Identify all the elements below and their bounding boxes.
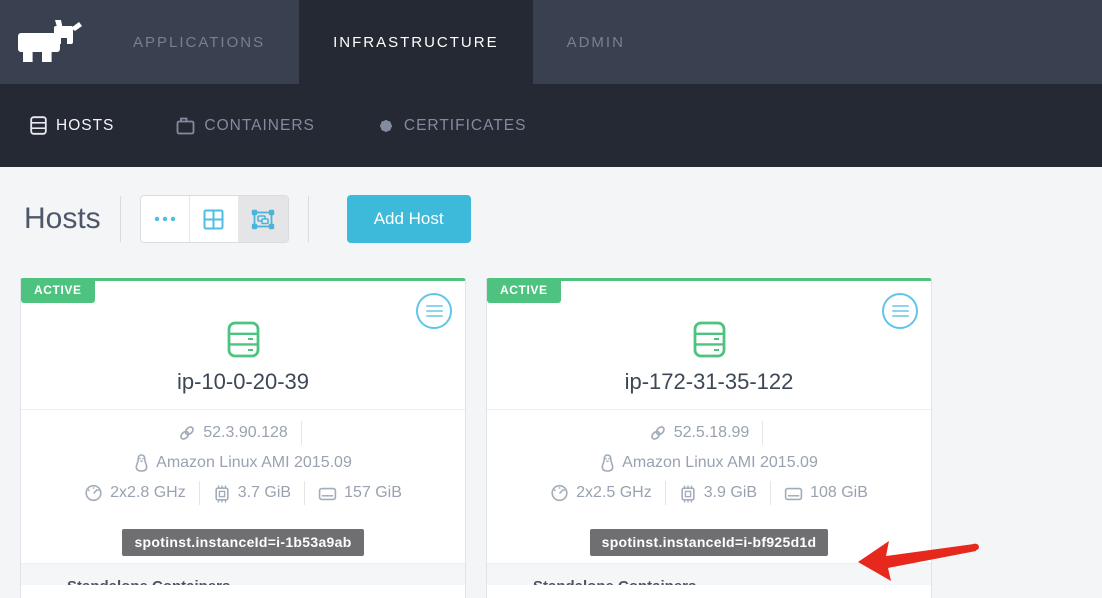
divider	[308, 196, 309, 242]
divider	[120, 196, 121, 242]
add-host-button[interactable]: Add Host	[347, 195, 471, 243]
host-name[interactable]: ip-10-0-20-39	[21, 369, 465, 395]
host-name[interactable]: ip-172-31-35-122	[487, 369, 931, 395]
host-ip: 52.5.18.99	[674, 424, 750, 442]
host-menu-button[interactable]	[416, 293, 452, 329]
subnav-item-certificates[interactable]: CERTIFICATES	[377, 117, 527, 135]
divider	[770, 481, 771, 505]
gauge-icon	[84, 484, 103, 502]
divider	[304, 481, 305, 505]
divider	[199, 481, 200, 505]
box-icon	[176, 117, 195, 135]
linux-penguin-icon	[600, 454, 615, 472]
ip-row: 52.3.90.128	[21, 418, 465, 448]
linux-penguin-icon	[134, 454, 149, 472]
host-ip: 52.3.90.128	[203, 424, 288, 442]
subnav-label: CERTIFICATES	[404, 117, 527, 135]
seal-icon	[377, 117, 395, 135]
os-row: Amazon Linux AMI 2015.09	[21, 448, 465, 478]
grid-icon	[203, 209, 224, 230]
cow-icon	[16, 19, 84, 65]
card-body: 52.5.18.99 Amazon Linux AMI 2015.09	[487, 410, 931, 552]
host-card: ACTIVE ip-10-0-20-39	[20, 278, 466, 598]
page-header: Hosts	[24, 195, 1082, 243]
group-view-button[interactable]	[239, 196, 288, 242]
status-badge: ACTIVE	[21, 278, 95, 303]
page-title: Hosts	[24, 202, 101, 236]
annotation-arrow-icon	[845, 532, 985, 584]
tab-label: INFRASTRUCTURE	[333, 34, 499, 51]
tab-label: ADMIN	[567, 34, 625, 51]
disk-icon	[318, 485, 337, 502]
host-server-icon	[227, 321, 260, 358]
memory-chip-icon	[679, 484, 697, 503]
memory-chip-icon	[213, 484, 231, 503]
top-navbar: APPLICATIONS INFRASTRUCTURE ADMIN	[0, 0, 1102, 84]
card-footer: Standalone Containers	[21, 563, 465, 585]
host-cpu: 2x2.5 GHz	[576, 484, 652, 502]
host-memory: 3.9 GiB	[704, 484, 757, 502]
subnav-label: CONTAINERS	[204, 117, 314, 135]
labels-row: spotinst.instanceId=i-1b53a9ab	[21, 534, 465, 552]
host-os: Amazon Linux AMI 2015.09	[156, 454, 352, 472]
server-icon	[30, 116, 47, 135]
host-server-icon	[693, 321, 726, 358]
grid-view-button[interactable]	[190, 196, 239, 242]
view-mode-group	[140, 195, 289, 243]
link-icon	[178, 424, 196, 442]
host-label-badge: spotinst.instanceId=i-bf925d1d	[590, 529, 829, 556]
host-menu-button[interactable]	[882, 293, 918, 329]
tab-applications[interactable]: APPLICATIONS	[99, 0, 299, 84]
divider	[665, 481, 666, 505]
card-body: 52.3.90.128 Amazon Linux AMI 2015.09	[21, 410, 465, 552]
specs-row: 2x2.8 GHz 3.7 GiB	[21, 478, 465, 508]
tab-infrastructure[interactable]: INFRASTRUCTURE	[299, 0, 533, 84]
specs-row: 2x2.5 GHz 3.9 GiB	[487, 478, 931, 508]
divider	[762, 421, 763, 445]
disk-icon	[784, 485, 803, 502]
rancher-logo[interactable]	[0, 0, 99, 84]
subnav-item-containers[interactable]: CONTAINERS	[176, 117, 314, 135]
os-row: Amazon Linux AMI 2015.09	[487, 448, 931, 478]
host-memory: 3.7 GiB	[238, 484, 291, 502]
host-disk: 157 GiB	[344, 484, 402, 502]
host-label-badge: spotinst.instanceId=i-1b53a9ab	[122, 529, 363, 556]
footer-clipped-text: Standalone Containers	[533, 578, 696, 585]
list-view-button[interactable]	[141, 196, 190, 242]
divider	[301, 421, 302, 445]
top-tabs: APPLICATIONS INFRASTRUCTURE ADMIN	[99, 0, 659, 84]
tab-admin[interactable]: ADMIN	[533, 0, 659, 84]
status-badge: ACTIVE	[487, 278, 561, 303]
footer-clipped-text: Standalone Containers	[67, 578, 230, 585]
host-cpu: 2x2.8 GHz	[110, 484, 186, 502]
ellipsis-icon	[154, 216, 176, 222]
subnav-label: HOSTS	[56, 117, 114, 135]
infrastructure-subnav: HOSTS CONTAINERS CERTIFICATES	[0, 84, 1102, 167]
rancher-app: APPLICATIONS INFRASTRUCTURE ADMIN HOSTS	[0, 0, 1102, 598]
link-icon	[649, 424, 667, 442]
ip-row: 52.5.18.99	[487, 418, 931, 448]
gauge-icon	[550, 484, 569, 502]
subnav-item-hosts[interactable]: HOSTS	[30, 116, 114, 135]
host-os: Amazon Linux AMI 2015.09	[622, 454, 818, 472]
tab-label: APPLICATIONS	[133, 34, 265, 51]
group-select-icon	[251, 209, 275, 230]
host-disk: 108 GiB	[810, 484, 868, 502]
